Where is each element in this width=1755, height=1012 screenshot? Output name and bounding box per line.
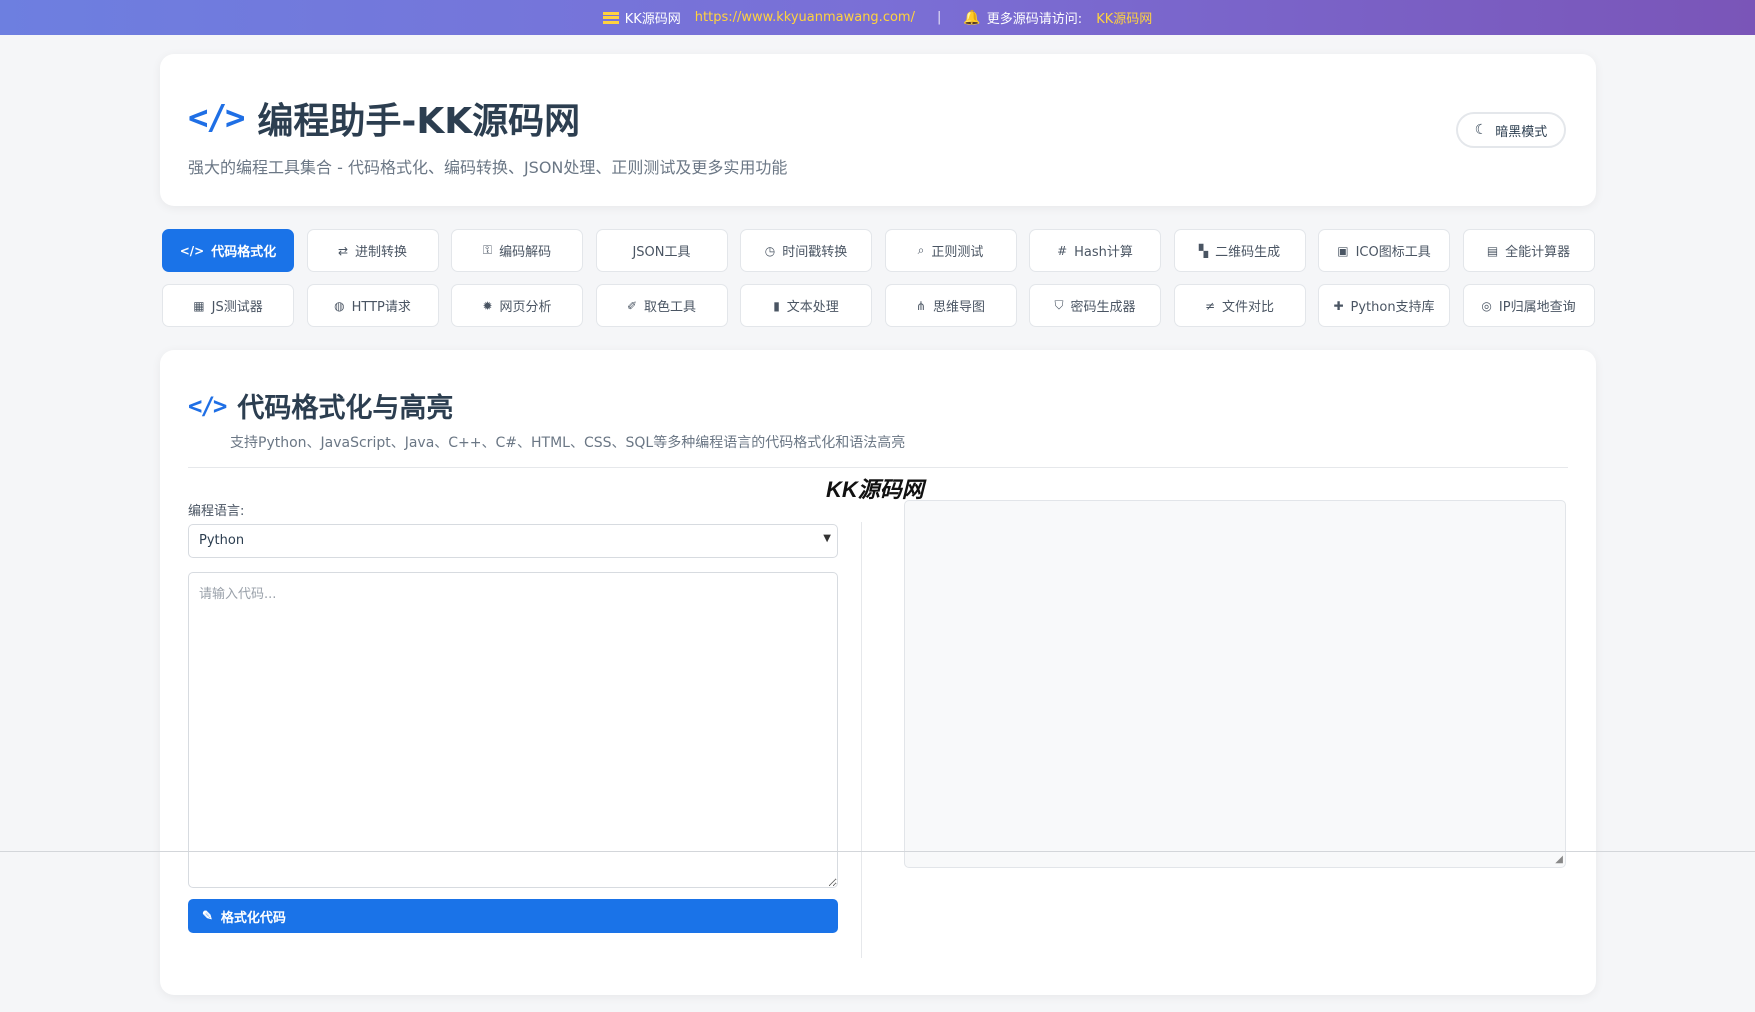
tab-label: Python支持库 xyxy=(1350,300,1435,315)
tab-label: 全能计算器 xyxy=(1505,245,1571,260)
tab-shield[interactable]: ⛉ 密码生成器 xyxy=(1029,284,1161,327)
tab-label: 密码生成器 xyxy=(1070,300,1136,315)
tab-calculator[interactable]: ▤ 全能计算器 xyxy=(1462,229,1595,272)
overlay-line xyxy=(0,851,1755,852)
bug-icon: ✹ xyxy=(482,298,493,313)
not-equal-icon: ≠ xyxy=(1204,298,1216,313)
swap-icon: ⇄ xyxy=(337,243,349,258)
tab-file[interactable]: ▮ 文本处理 xyxy=(740,284,872,327)
tab-label: 时间戳转换 xyxy=(782,245,848,260)
language-select-value: Python xyxy=(199,533,245,548)
banner-more-link[interactable]: KK源码网 xyxy=(1096,8,1152,27)
tab-clock[interactable]: ◷ 时间戳转换 xyxy=(740,229,872,272)
tab-label: JS测试器 xyxy=(211,300,263,315)
banner-site-name: KK源码网 xyxy=(624,12,681,27)
watermark: KK源码网 xyxy=(826,477,924,502)
tab-label: HTTP请求 xyxy=(351,300,411,315)
tab-label: 正则测试 xyxy=(931,245,984,260)
page-subtitle: 强大的编程工具集合 - 代码格式化、编码转换、JSON处理、正则测试及更多实用功… xyxy=(188,158,788,177)
banner-separator: | xyxy=(936,10,942,25)
tab-key[interactable]: ⚿ 编码解码 xyxy=(451,229,583,272)
tool-tabs: </> 代码格式化 ⇄ 进制转换 ⚿ 编码解码 JSON工具 ◷ 时间戳转换 ⌕ 正则测试 # Hash… xyxy=(162,229,1595,327)
js-icon: ▦ xyxy=(193,298,205,313)
header-card: </> 编程助手-KK源码网 强大的编程工具集合 - 代码格式化、编码转换、JS… xyxy=(160,54,1596,206)
tab-label: 思维导图 xyxy=(933,300,986,315)
format-code-button[interactable]: ✎ 格式化代码 xyxy=(188,899,838,933)
language-label: 编程语言: xyxy=(188,504,245,519)
shield-icon: ⛉ xyxy=(1054,298,1064,312)
banner-site: KK源码网 https://www.kkyuanmawang.com/ xyxy=(602,8,915,27)
tab-label: ICO图标工具 xyxy=(1355,245,1431,260)
flag-icon xyxy=(602,11,619,24)
tab-code[interactable]: </> 代码格式化 xyxy=(162,229,294,272)
code-input[interactable] xyxy=(188,572,838,888)
tab-label: 取色工具 xyxy=(644,300,697,315)
tab-puzzle[interactable]: ✚ Python支持库 xyxy=(1318,284,1450,327)
search-icon: ⌕ xyxy=(917,243,925,257)
pencil-icon: ✎ xyxy=(202,908,213,923)
format-code-label: 格式化代码 xyxy=(220,909,286,925)
language-select[interactable]: Python ▼ xyxy=(188,524,838,558)
tab-globe[interactable]: ◍ HTTP请求 xyxy=(306,284,439,327)
clock-icon: ◷ xyxy=(764,243,776,258)
tab-label: 二维码生成 xyxy=(1215,245,1281,260)
calculator-icon: ▤ xyxy=(1486,243,1499,258)
code-icon: </> xyxy=(188,391,227,420)
tab-image[interactable]: ▣ ICO图标工具 xyxy=(1318,229,1450,272)
caret-down-icon: ▼ xyxy=(823,533,831,544)
qrcode-icon: ▚ xyxy=(1198,243,1209,258)
page-title: 编程助手-KK源码网 xyxy=(257,101,581,142)
section-description: 支持Python、JavaScript、Java、C++、C#、HTML、CSS… xyxy=(230,435,906,451)
key-icon: ⚿ xyxy=(482,243,493,257)
tab-label: JSON工具 xyxy=(632,245,691,260)
tab-not-equal[interactable]: ≠ 文件对比 xyxy=(1173,284,1306,327)
tab-globe-americas[interactable]: ◎ IP归属地查询 xyxy=(1462,284,1595,327)
top-banner: KK源码网 https://www.kkyuanmawang.com/ | 🔔 … xyxy=(0,0,1755,35)
tab-label: 文本处理 xyxy=(786,300,839,315)
tab-qrcode[interactable]: ▚ 二维码生成 xyxy=(1173,229,1306,272)
file-icon: ▮ xyxy=(773,298,780,313)
banner-site-url[interactable]: https://www.kkyuanmawang.com/ xyxy=(695,10,915,25)
output-area[interactable]: ◢ xyxy=(904,500,1566,868)
tab-eyedropper[interactable]: ✐ 取色工具 xyxy=(595,284,728,327)
tab-search[interactable]: ⌕ 正则测试 xyxy=(884,229,1017,272)
eyedropper-icon: ✐ xyxy=(626,298,638,313)
tab-bug[interactable]: ✹ 网页分析 xyxy=(451,284,583,327)
divider xyxy=(188,467,1568,468)
code-icon: </> xyxy=(188,98,245,138)
bell-icon: 🔔 xyxy=(963,9,981,26)
tab-swap[interactable]: ⇄ 进制转换 xyxy=(306,229,439,272)
dark-mode-button[interactable]: ☾ 暗黑模式 xyxy=(1456,112,1566,148)
tab-label: 编码解码 xyxy=(499,245,552,260)
tab-label: 代码格式化 xyxy=(211,245,277,260)
section-header: </> 代码格式化与高亮 xyxy=(188,386,453,425)
sitemap-icon: ⋔ xyxy=(915,298,927,313)
image-icon: ▣ xyxy=(1337,243,1349,258)
globe-icon: ◍ xyxy=(334,298,345,313)
code-icon: </> xyxy=(179,243,205,258)
tab-js[interactable]: ▦ JS测试器 xyxy=(162,284,294,327)
tab-label: 进制转换 xyxy=(355,245,408,260)
tab-label: IP归属地查询 xyxy=(1498,300,1576,315)
page-header: </> 编程助手-KK源码网 xyxy=(188,92,580,144)
hash-icon: # xyxy=(1057,243,1068,258)
tab-label: 网页分析 xyxy=(499,300,552,315)
tab-json[interactable]: JSON工具 xyxy=(595,229,728,272)
puzzle-icon: ✚ xyxy=(1333,298,1344,313)
section-title: 代码格式化与高亮 xyxy=(237,393,454,424)
column-divider xyxy=(861,522,862,958)
dark-mode-label: 暗黑模式 xyxy=(1495,124,1548,140)
globe-americas-icon: ◎ xyxy=(1481,298,1492,313)
banner-more-text: 更多源码请访问: xyxy=(986,12,1083,27)
tab-label: 文件对比 xyxy=(1222,300,1275,315)
tab-sitemap[interactable]: ⋔ 思维导图 xyxy=(884,284,1017,327)
tab-label: Hash计算 xyxy=(1074,245,1133,260)
banner-more: 🔔 更多源码请访问: KK源码网 xyxy=(963,8,1152,28)
moon-icon: ☾ xyxy=(1474,122,1488,138)
formatter-panel: </> 代码格式化与高亮 支持Python、JavaScript、Java、C+… xyxy=(160,350,1596,995)
tab-hash[interactable]: # Hash计算 xyxy=(1029,229,1161,272)
resize-handle-icon[interactable]: ◢ xyxy=(1555,855,1563,865)
